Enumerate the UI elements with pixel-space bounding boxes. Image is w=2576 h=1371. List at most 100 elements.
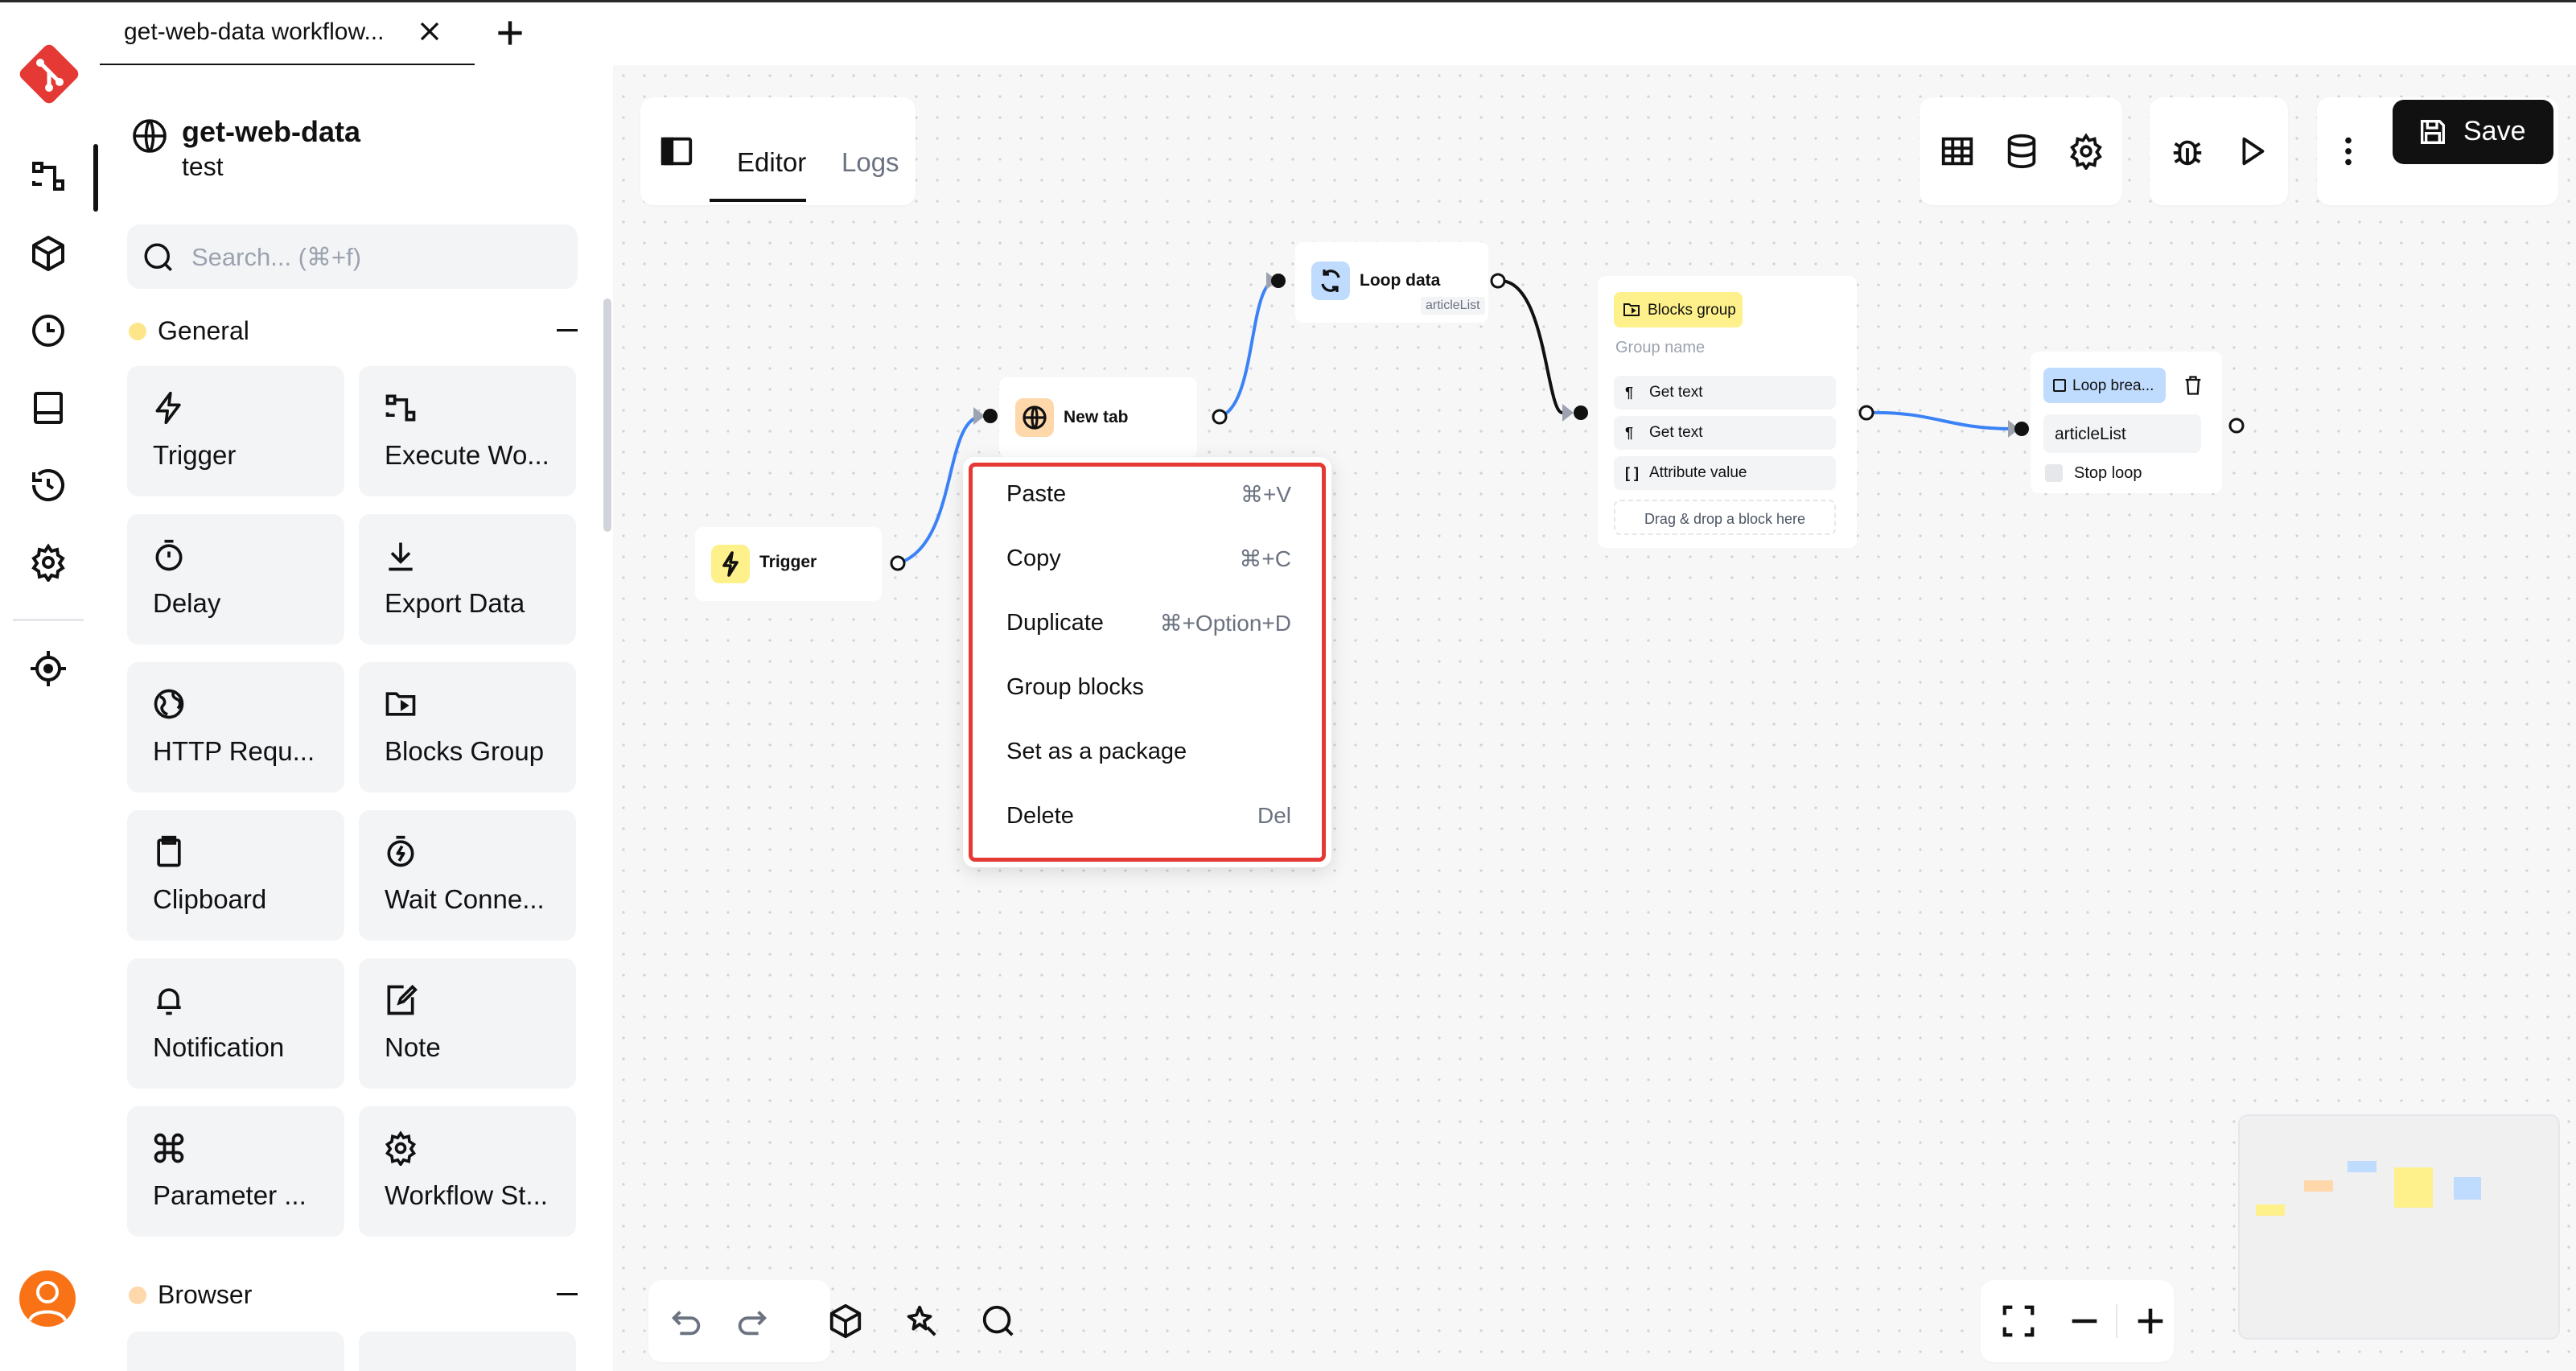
zoom-out-icon[interactable] xyxy=(2066,1303,2103,1340)
block-workflow-state[interactable]: Workflow St... xyxy=(359,1106,576,1237)
workflows-icon[interactable] xyxy=(29,157,68,196)
block-http-request[interactable]: HTTP Requ... xyxy=(127,662,344,793)
lightning-icon xyxy=(151,390,187,426)
save-icon xyxy=(2421,120,2445,144)
schedule-icon[interactable] xyxy=(29,311,68,350)
loop-id-value: articleList xyxy=(2055,425,2126,443)
block-note[interactable]: Note xyxy=(359,958,576,1089)
group-name-placeholder[interactable]: Group name xyxy=(1615,339,1705,357)
collapse-icon[interactable] xyxy=(557,1293,578,1295)
zoom-in-icon[interactable] xyxy=(2132,1303,2169,1340)
paragraph-icon: ¶ xyxy=(1625,385,1634,401)
output-handle[interactable] xyxy=(1210,407,1229,426)
settings-icon[interactable] xyxy=(29,543,68,582)
tab-workflow[interactable]: get-web-data workflow... xyxy=(100,2,475,67)
input-handle[interactable] xyxy=(1269,272,1287,290)
output-handle[interactable] xyxy=(1488,271,1508,290)
block-delay[interactable]: Delay xyxy=(127,514,344,644)
output-handle[interactable] xyxy=(2227,416,2246,435)
output-handle[interactable] xyxy=(1857,403,1876,422)
block-label: Export Data xyxy=(385,588,525,618)
search-input[interactable] xyxy=(190,224,563,290)
lightning-icon xyxy=(711,545,750,583)
block-label: Clipboard xyxy=(153,884,267,914)
new-tab-plus-icon[interactable] xyxy=(492,15,528,51)
workflow-canvas[interactable]: Editor Logs Trigger New tab Loop data ar… xyxy=(613,65,2576,1371)
node-label: Blocks group xyxy=(1648,302,1736,319)
block-label: Wait Conne... xyxy=(385,884,545,914)
block-parameter-prompt[interactable]: Parameter ... xyxy=(127,1106,344,1237)
trash-icon[interactable] xyxy=(2182,374,2204,397)
block-wait-connections[interactable]: Wait Conne... xyxy=(359,810,576,941)
zoom-divider xyxy=(2116,1304,2117,1338)
app-nav-rail xyxy=(0,2,98,1371)
block-label: Notification xyxy=(153,1032,285,1062)
block-notification[interactable]: Notification xyxy=(127,958,344,1089)
node-trigger[interactable]: Trigger xyxy=(695,527,882,601)
storage-icon[interactable] xyxy=(29,389,68,427)
search-icon xyxy=(142,241,175,274)
category-dot xyxy=(129,323,146,340)
folder-icon xyxy=(1623,303,1640,316)
group-row[interactable]: ¶ Get text xyxy=(1614,416,1836,450)
minimap-node xyxy=(2394,1167,2433,1208)
block-execute-workflow[interactable]: Execute Wo... xyxy=(359,366,576,496)
node-label: Trigger xyxy=(759,553,817,571)
block-clipboard[interactable]: Clipboard xyxy=(127,810,344,941)
timer-icon xyxy=(151,538,187,574)
element-picker-icon[interactable] xyxy=(29,649,68,688)
node-blocks-group[interactable]: Blocks group Group name ¶ Get text ¶ Get… xyxy=(1598,276,1857,548)
block-label: Parameter ... xyxy=(153,1180,307,1210)
minimap[interactable] xyxy=(2238,1114,2560,1340)
block-blocks-group[interactable]: Blocks Group xyxy=(359,662,576,793)
search-box[interactable] xyxy=(127,224,578,290)
node-loop-breakpoint[interactable]: Loop brea... articleList Stop loop xyxy=(2031,352,2222,493)
save-button[interactable]: Save xyxy=(2393,100,2553,164)
app-logo-icon[interactable] xyxy=(14,39,84,109)
paragraph-icon: ¶ xyxy=(1625,425,1634,441)
search-icon[interactable] xyxy=(980,1303,1017,1340)
context-menu-highlight xyxy=(969,463,1326,862)
node-sublabel: articleList xyxy=(1421,297,1485,315)
block-export-data[interactable]: Export Data xyxy=(359,514,576,644)
collapse-icon[interactable] xyxy=(557,329,578,331)
loop-icon xyxy=(1311,261,1350,300)
category-general[interactable]: General xyxy=(127,311,578,352)
node-new-tab[interactable]: New tab xyxy=(999,377,1197,458)
magic-wand-icon[interactable] xyxy=(903,1303,940,1340)
fullscreen-icon[interactable] xyxy=(2000,1303,2037,1340)
group-row[interactable]: [ ] Attribute value xyxy=(1614,456,1836,490)
block-trigger[interactable]: Trigger xyxy=(127,366,344,496)
package-icon[interactable] xyxy=(827,1303,864,1340)
globe-icon xyxy=(151,686,187,722)
minimap-node xyxy=(2348,1161,2376,1172)
loop-id-field[interactable]: articleList xyxy=(2043,414,2201,453)
sidebar-scrollbar[interactable] xyxy=(603,298,611,532)
block-label: Delay xyxy=(153,588,221,618)
row-label: Get text xyxy=(1649,424,1703,441)
input-handle[interactable] xyxy=(2013,420,2031,438)
packages-icon[interactable] xyxy=(29,234,68,273)
category-browser[interactable]: Browser xyxy=(127,1275,578,1315)
history-icon[interactable] xyxy=(29,466,68,504)
group-header-badge: Blocks group xyxy=(1614,292,1743,327)
command-icon xyxy=(151,1130,187,1166)
group-row[interactable]: ¶ Get text xyxy=(1614,376,1836,410)
minimap-node xyxy=(2256,1204,2285,1216)
output-handle[interactable] xyxy=(888,554,907,573)
block-partial[interactable] xyxy=(127,1332,344,1371)
close-icon[interactable] xyxy=(414,15,446,47)
block-partial[interactable] xyxy=(359,1332,576,1371)
input-handle[interactable] xyxy=(1572,404,1590,422)
stop-loop-checkbox[interactable] xyxy=(2045,464,2063,482)
group-drop-zone[interactable]: Drag & drop a block here xyxy=(1614,500,1836,535)
minimap-node xyxy=(2454,1177,2481,1200)
rail-divider xyxy=(13,619,84,621)
node-loop-data[interactable]: Loop data articleList xyxy=(1295,242,1488,323)
undo-icon[interactable] xyxy=(668,1303,705,1340)
canvas-tools-panel xyxy=(779,1280,1028,1362)
stop-square-icon xyxy=(2053,379,2066,392)
redo-icon[interactable] xyxy=(734,1303,771,1340)
user-avatar[interactable] xyxy=(19,1270,76,1327)
input-handle[interactable] xyxy=(981,407,999,425)
